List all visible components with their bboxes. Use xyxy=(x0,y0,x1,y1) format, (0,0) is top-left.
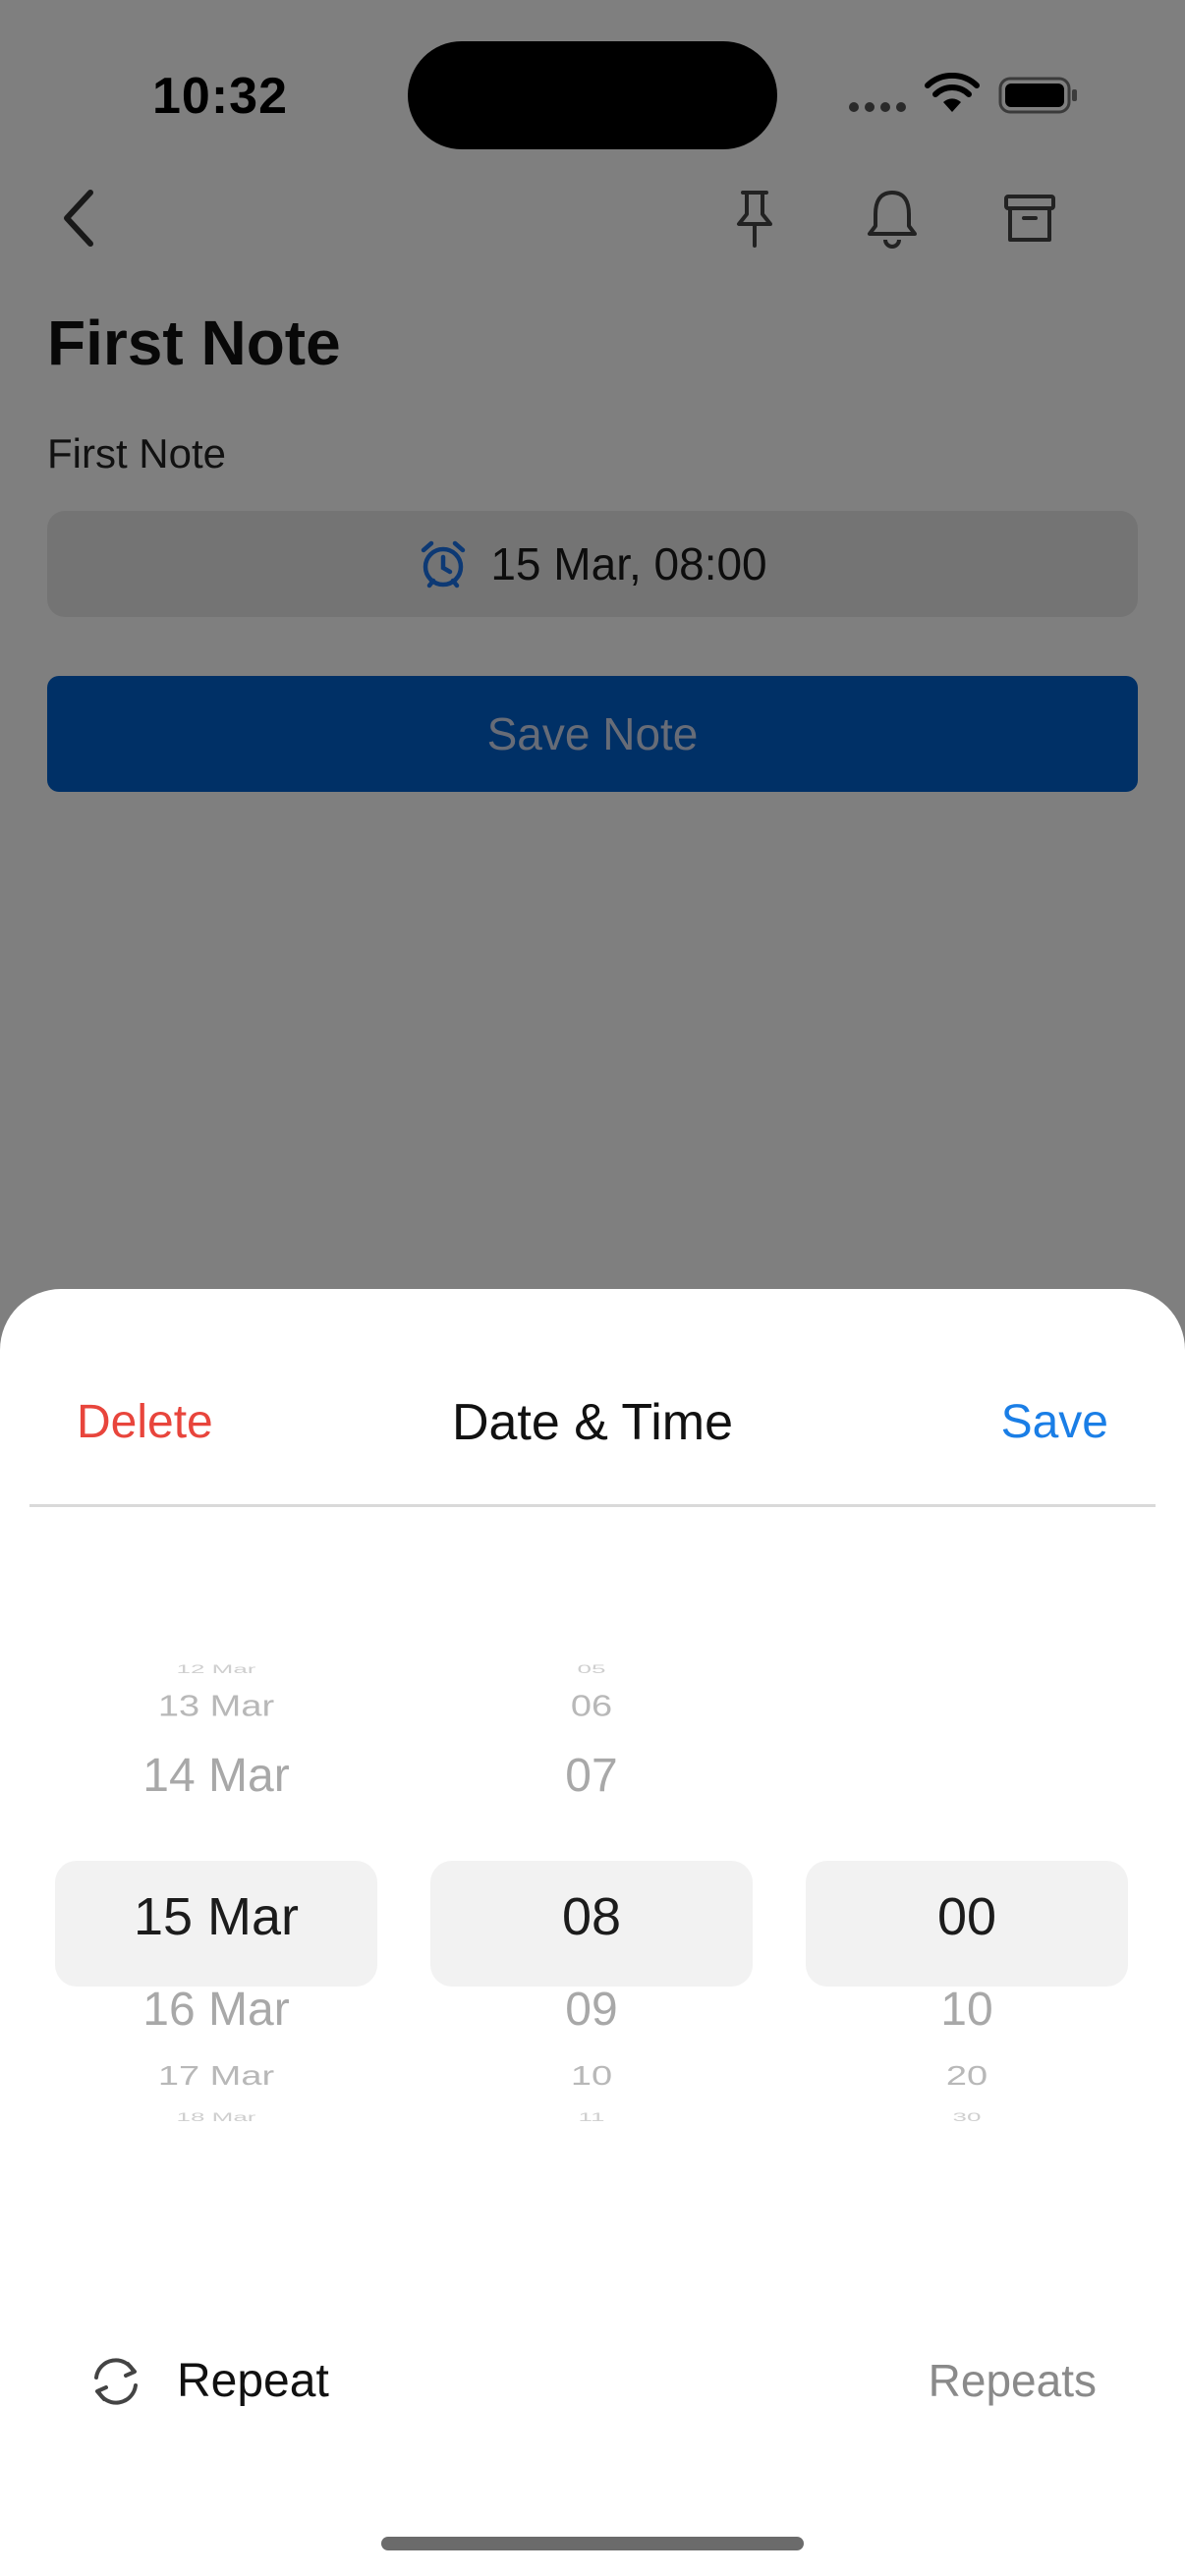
picker-item[interactable]: 12 Mar xyxy=(55,1662,377,1676)
save-button[interactable]: Save xyxy=(1001,1395,1108,1449)
picker-item[interactable]: 11 xyxy=(430,2110,753,2124)
picker-item[interactable]: 20 xyxy=(806,2061,1128,2092)
date-time-sheet: Delete Date & Time Save 12 Mar 13 Mar 14… xyxy=(0,1289,1185,2576)
repeat-icon xyxy=(94,2358,138,2405)
picker-item[interactable]: 30 xyxy=(806,2110,1128,2124)
picker-item-selected[interactable]: 00 xyxy=(806,1886,1128,1947)
picker-item-selected[interactable]: 15 Mar xyxy=(55,1886,377,1947)
date-time-picker: 12 Mar 13 Mar 14 Mar 15 Mar 16 Mar 17 Ma… xyxy=(0,1662,1185,2212)
repeat-row[interactable]: Repeat Repeats xyxy=(0,2330,1185,2429)
picker-item[interactable]: 16 Mar xyxy=(55,1983,377,2037)
repeat-value[interactable]: Repeats xyxy=(929,2354,1097,2407)
home-indicator[interactable] xyxy=(381,2537,804,2550)
sheet-header: Delete Date & Time Save xyxy=(0,1289,1185,1507)
picker-item[interactable]: 09 xyxy=(430,1983,753,2037)
picker-item[interactable]: 06 xyxy=(430,1690,753,1723)
header-divider xyxy=(29,1504,1156,1507)
picker-item[interactable]: 07 xyxy=(430,1749,753,1803)
picker-item-selected[interactable]: 08 xyxy=(430,1886,753,1947)
minute-picker-column[interactable]: 00 10 20 30 xyxy=(806,1662,1128,2212)
picker-item[interactable]: 14 Mar xyxy=(55,1749,377,1803)
picker-item[interactable]: 10 xyxy=(430,2061,753,2092)
hour-picker-column[interactable]: 05 06 07 08 09 10 11 xyxy=(430,1662,753,2212)
picker-item[interactable]: 13 Mar xyxy=(55,1690,377,1723)
picker-item[interactable]: 18 Mar xyxy=(55,2110,377,2124)
picker-item[interactable]: 17 Mar xyxy=(55,2061,377,2092)
picker-item[interactable]: 10 xyxy=(806,1983,1128,2037)
picker-item[interactable]: 05 xyxy=(430,1662,753,1676)
date-picker-column[interactable]: 12 Mar 13 Mar 14 Mar 15 Mar 16 Mar 17 Ma… xyxy=(55,1662,377,2212)
repeat-label: Repeat xyxy=(177,2355,329,2407)
